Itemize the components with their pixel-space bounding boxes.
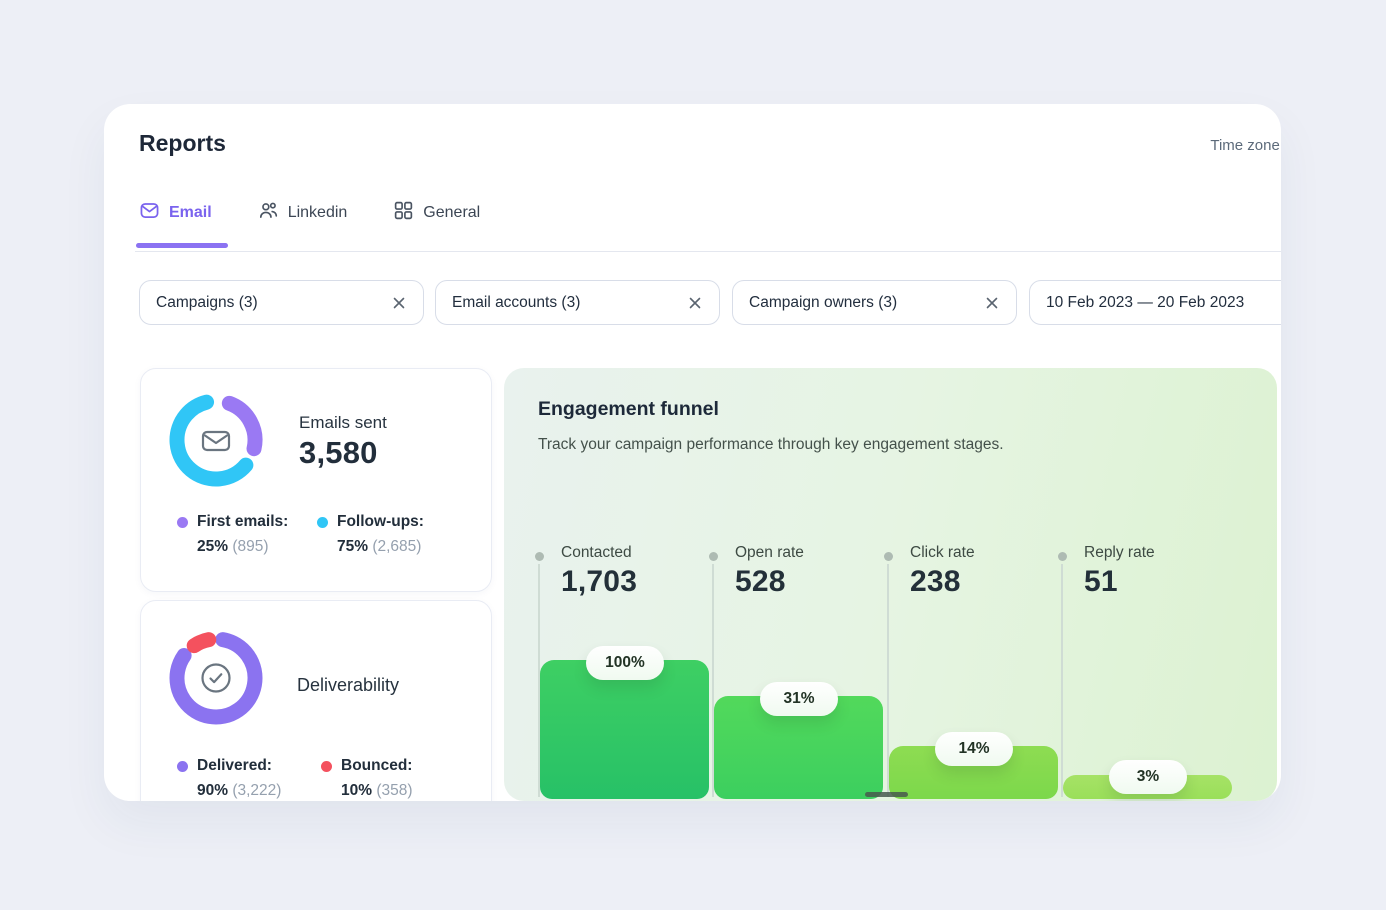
filter-chip-email-accounts[interactable]: Email accounts (3) bbox=[435, 280, 720, 325]
tab-general[interactable]: General bbox=[393, 200, 480, 246]
page-title: Reports bbox=[139, 130, 226, 157]
tab-label: Linkedin bbox=[288, 204, 348, 222]
emails-sent-value: 3,580 bbox=[299, 435, 378, 471]
stage-open-rate: Open rate 528 bbox=[735, 544, 804, 599]
legend-label: Follow-ups: bbox=[337, 513, 424, 531]
legend-label: First emails: bbox=[197, 513, 288, 531]
date-range-chip[interactable]: 10 Feb 2023 — 20 Feb 2023 bbox=[1029, 280, 1281, 325]
percent-badge: 31% bbox=[760, 682, 838, 716]
stage-value: 1,703 bbox=[561, 565, 637, 599]
tab-label: Email bbox=[169, 204, 212, 222]
horizontal-scrollbar-thumb[interactable] bbox=[865, 792, 908, 797]
tabs-divider bbox=[135, 251, 1281, 252]
percent-badge: 3% bbox=[1109, 760, 1187, 794]
mail-icon bbox=[139, 200, 160, 226]
filter-label: Campaigns (3) bbox=[156, 294, 258, 312]
stage-dot bbox=[709, 552, 718, 561]
funnel-title: Engagement funnel bbox=[538, 398, 719, 421]
filter-chip-campaign-owners[interactable]: Campaign owners (3) bbox=[732, 280, 1017, 325]
clear-filter-icon[interactable] bbox=[391, 295, 407, 311]
stage-value: 51 bbox=[1084, 565, 1155, 599]
stage-line bbox=[1061, 564, 1063, 797]
tab-label: General bbox=[423, 204, 480, 222]
emails-sent-title: Emails sent bbox=[299, 413, 387, 433]
stage-reply-rate: Reply rate 51 bbox=[1084, 544, 1155, 599]
legend-item-bounced: Bounced: 10% (358) bbox=[321, 757, 413, 800]
reports-panel: Reports Time zone: Email Linkedin bbox=[104, 104, 1281, 801]
legend-value: 25% (895) bbox=[197, 538, 288, 556]
tab-bar: Email Linkedin General bbox=[139, 200, 480, 246]
legend-label: Delivered: bbox=[197, 757, 281, 775]
stage-contacted: Contacted 1,703 bbox=[561, 544, 637, 599]
tab-email[interactable]: Email bbox=[139, 200, 212, 246]
clear-filter-icon[interactable] bbox=[687, 295, 703, 311]
funnel-subtitle: Track your campaign performance through … bbox=[538, 436, 1004, 454]
tab-linkedin[interactable]: Linkedin bbox=[258, 200, 348, 246]
legend-item-delivered: Delivered: 90% (3,222) bbox=[177, 757, 281, 800]
deliverability-donut bbox=[167, 629, 265, 727]
stage-label: Contacted bbox=[561, 544, 637, 562]
emails-sent-donut bbox=[167, 391, 265, 489]
grid-icon bbox=[393, 200, 414, 226]
stage-label: Click rate bbox=[910, 544, 975, 562]
legend-item-first-emails: First emails: 25% (895) bbox=[177, 513, 288, 556]
filter-label: Campaign owners (3) bbox=[749, 294, 897, 312]
legend-dot bbox=[177, 761, 188, 772]
stage-value: 238 bbox=[910, 565, 975, 599]
filter-label: Email accounts (3) bbox=[452, 294, 580, 312]
emails-sent-card: Emails sent 3,580 First emails: 25% (895… bbox=[140, 368, 492, 592]
legend-dot bbox=[177, 517, 188, 528]
date-range-label: 10 Feb 2023 — 20 Feb 2023 bbox=[1046, 294, 1244, 312]
stage-dot bbox=[1058, 552, 1067, 561]
legend-dot bbox=[321, 761, 332, 772]
clear-filter-icon[interactable] bbox=[984, 295, 1000, 311]
stage-click-rate: Click rate 238 bbox=[910, 544, 975, 599]
stage-value: 528 bbox=[735, 565, 804, 599]
legend-value: 90% (3,222) bbox=[197, 782, 281, 800]
filter-chip-campaigns[interactable]: Campaigns (3) bbox=[139, 280, 424, 325]
engagement-funnel-panel: Engagement funnel Track your campaign pe… bbox=[504, 368, 1277, 801]
deliverability-title: Deliverability bbox=[297, 675, 399, 696]
check-circle-icon bbox=[203, 665, 230, 692]
envelope-icon bbox=[203, 432, 229, 450]
stage-label: Reply rate bbox=[1084, 544, 1155, 562]
percent-badge: 100% bbox=[586, 646, 664, 680]
stage-dot bbox=[884, 552, 893, 561]
percent-badge: 14% bbox=[935, 732, 1013, 766]
stage-dot bbox=[535, 552, 544, 561]
deliverability-card: Deliverability Delivered: 90% (3,222) Bo… bbox=[140, 600, 492, 801]
legend-dot bbox=[317, 517, 328, 528]
legend-label: Bounced: bbox=[341, 757, 413, 775]
funnel-bar-contacted bbox=[540, 660, 709, 799]
people-icon bbox=[258, 200, 279, 226]
timezone-label: Time zone: bbox=[1210, 137, 1281, 154]
legend-value: 75% (2,685) bbox=[337, 538, 424, 556]
legend-value: 10% (358) bbox=[341, 782, 413, 800]
stage-label: Open rate bbox=[735, 544, 804, 562]
legend-item-follow-ups: Follow-ups: 75% (2,685) bbox=[317, 513, 424, 556]
